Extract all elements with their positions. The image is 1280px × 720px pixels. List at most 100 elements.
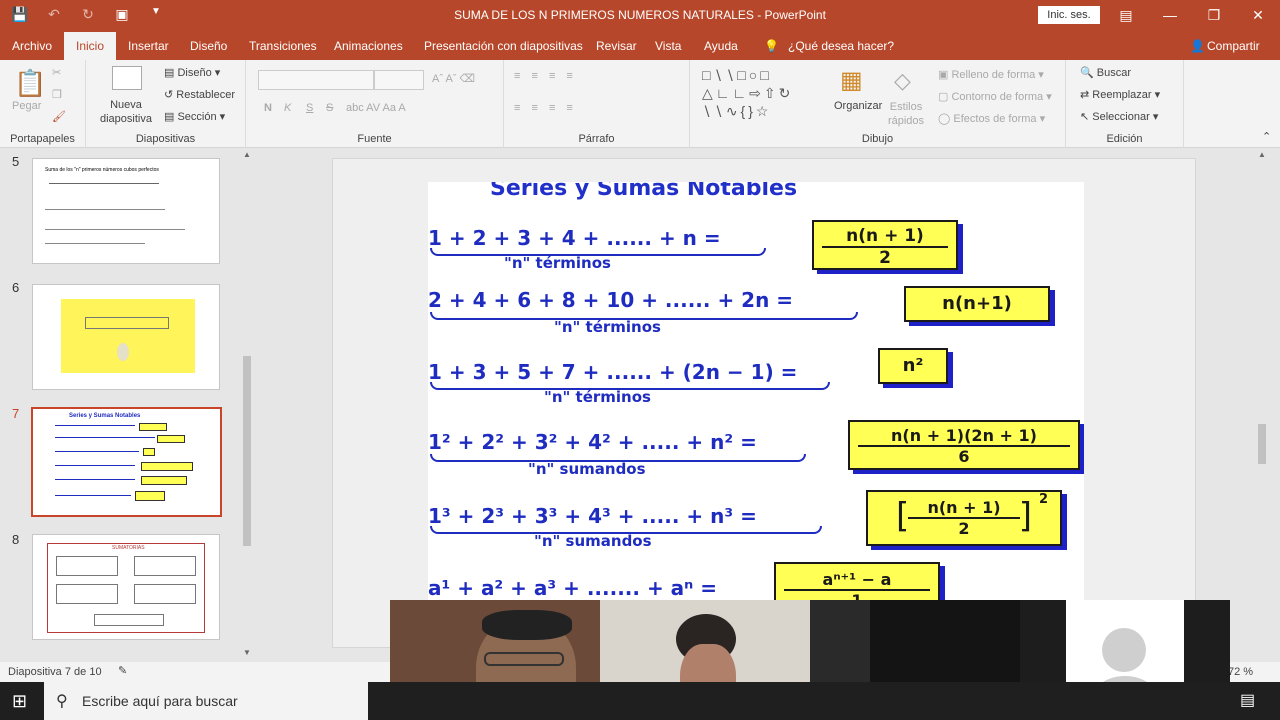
formula-result-box: n(n+1): [904, 286, 1050, 322]
underline-button[interactable]: S: [306, 102, 313, 114]
quick-styles-button[interactable]: Estilos rápidos: [886, 100, 926, 128]
tab-insertar[interactable]: Insertar: [128, 32, 169, 60]
tell-me-search[interactable]: ¿Qué desea hacer?: [788, 32, 894, 60]
signin-button[interactable]: Inic. ses.: [1038, 6, 1100, 24]
formula-result-box: aⁿ⁺¹ − a 1: [774, 562, 940, 600]
group-diapositivas: Nueva diapositiva ▤ Diseño ▾ ↺ Restablec…: [86, 60, 246, 148]
paste-icon[interactable]: 📋: [14, 68, 46, 99]
ribbon-tabs: Archivo Inicio Insertar Diseño Transicio…: [0, 32, 1280, 60]
group-label: Portapapeles: [10, 133, 75, 145]
thumb-yellow-slide: [61, 299, 195, 373]
italic-button[interactable]: K: [284, 102, 291, 114]
select-button[interactable]: ↖ Seleccionar ▾: [1080, 110, 1158, 123]
paste-button[interactable]: Pegar: [12, 100, 41, 112]
arrange-icon[interactable]: ▦: [840, 66, 863, 95]
copy-icon[interactable]: ❐: [52, 88, 62, 101]
current-slide[interactable]: Series y Sumas Notables 1 + 2 + 3 + 4 + …: [428, 182, 1084, 600]
thumbnail-slide-6[interactable]: [32, 284, 220, 390]
tab-animaciones[interactable]: Animaciones: [334, 32, 403, 60]
tab-diseno[interactable]: Diseño: [190, 32, 227, 60]
scrollbar-thumb[interactable]: [1258, 424, 1266, 464]
notes-icon[interactable]: ✎: [118, 664, 127, 677]
taskbar-search-box[interactable]: ⚲ Escribe aquí para buscar: [44, 682, 368, 720]
align-icons[interactable]: ≡ ≡ ≡ ≡: [514, 102, 577, 114]
quick-styles-icon[interactable]: ◇: [894, 68, 911, 94]
shape-outline-button[interactable]: ▢ Contorno de forma ▾: [938, 90, 1052, 103]
shape-outline-label: Contorno de forma: [951, 91, 1044, 103]
scrollbar-thumb[interactable]: [243, 356, 251, 546]
cut-icon[interactable]: ✂: [52, 66, 61, 79]
thumbnails-scrollbar[interactable]: ▲ ▼: [240, 148, 256, 662]
thumb-title: Suma de los "n" primeros números cubos p…: [45, 167, 159, 173]
group-label: Diapositivas: [135, 133, 196, 145]
bold-button[interactable]: N: [264, 102, 272, 114]
slide-counter: Diapositiva 7 de 10: [8, 666, 102, 678]
share-button[interactable]: Compartir: [1207, 32, 1260, 60]
formula-lhs: 1 + 3 + 5 + 7 + ...... + (2n − 1) =: [428, 360, 798, 384]
search-icon: ⚲: [56, 693, 68, 710]
find-button[interactable]: 🔍 Buscar: [1080, 66, 1131, 79]
group-fuente: Aˆ Aˇ ⌫ N K S S abc AV Aa A Fuente: [246, 60, 504, 148]
shape-fill-button[interactable]: ▣ Relleno de forma ▾: [938, 68, 1044, 81]
thumb-number: 6: [12, 280, 20, 295]
minimize-icon[interactable]: —: [1148, 0, 1192, 30]
scroll-up-icon[interactable]: ▲: [243, 150, 251, 159]
group-portapapeles: 📋 Pegar ✂ ❐ 🖌 Portapapeles: [0, 60, 86, 148]
new-slide-button[interactable]: Nueva diapositiva: [96, 98, 156, 126]
format-painter-icon[interactable]: 🖌: [52, 110, 66, 123]
font-more-icons[interactable]: abc AV Aa A: [346, 102, 406, 114]
formula-under-label: "n" sumandos: [528, 460, 646, 478]
bracket-left-icon: [: [896, 496, 910, 536]
thumbnail-slide-5[interactable]: Suma de los "n" primeros números cubos p…: [32, 158, 220, 264]
slide-title: Series y Sumas Notables: [490, 182, 798, 201]
shape-effects-button[interactable]: ◯ Efectos de forma ▾: [938, 112, 1045, 125]
bracket-right-icon: ]: [1018, 496, 1032, 536]
tab-transiciones[interactable]: Transiciones: [249, 32, 317, 60]
scroll-up-icon[interactable]: ▲: [1258, 150, 1266, 159]
collapse-ribbon-icon[interactable]: ⌃: [1262, 130, 1271, 143]
slide-scrollbar[interactable]: ▲: [1256, 148, 1268, 662]
select-label: Seleccionar: [1092, 111, 1150, 123]
formula-lhs: 1³ + 2³ + 3³ + 4³ + ..... + n³ =: [428, 504, 757, 528]
fraction-denominator: 1: [851, 591, 862, 600]
new-slide-icon[interactable]: [112, 66, 142, 90]
grow-font-icon[interactable]: Aˆ Aˇ ⌫: [432, 72, 475, 85]
reset-button[interactable]: ↺ Restablecer: [164, 88, 235, 101]
list-icons[interactable]: ≡ ≡ ≡ ≡: [514, 70, 577, 82]
windows-start-icon[interactable]: ⊞: [12, 691, 27, 712]
thumbnail-slide-7-selected[interactable]: Series y Sumas Notables: [31, 407, 222, 517]
section-button[interactable]: ▤ Sección ▾: [164, 110, 225, 123]
slide-thumbnails-pane: 5 Suma de los "n" primeros números cubos…: [0, 148, 307, 662]
fraction-denominator: 2: [958, 519, 970, 538]
notifications-icon[interactable]: ▤: [1240, 690, 1255, 710]
share-icon: 👤: [1190, 39, 1205, 53]
layout-button[interactable]: ▤ Diseño ▾: [164, 66, 220, 79]
maximize-icon[interactable]: ❐: [1192, 0, 1236, 30]
close-icon[interactable]: ✕: [1236, 0, 1280, 30]
zoom-level[interactable]: 72 %: [1228, 666, 1253, 678]
tab-vista[interactable]: Vista: [655, 32, 681, 60]
replace-button[interactable]: ⇄ Reemplazar ▾: [1080, 88, 1160, 101]
font-size-select[interactable]: [374, 70, 424, 90]
tab-revisar[interactable]: Revisar: [596, 32, 637, 60]
tab-inicio[interactable]: Inicio: [64, 32, 117, 60]
tab-presentacion[interactable]: Presentación con diapositivas: [424, 32, 583, 60]
find-label: Buscar: [1096, 67, 1132, 79]
formula-under-label: "n" términos: [504, 254, 611, 272]
tab-archivo[interactable]: Archivo: [12, 32, 52, 60]
formula-lhs: 1² + 2² + 3² + 4² + ..... + n² =: [428, 430, 757, 454]
scroll-down-icon[interactable]: ▼: [243, 648, 251, 657]
strike-button[interactable]: S: [326, 102, 333, 114]
ribbon-display-icon[interactable]: ▤: [1104, 0, 1148, 30]
reset-label: Restablecer: [176, 89, 235, 101]
shapes-gallery[interactable]: □∖∖□○□ △∟∟⇨⇧↻ ∖∖∿{}☆: [702, 66, 820, 122]
replace-label: Reemplazar: [1092, 89, 1152, 101]
main-area: 5 Suma de los "n" primeros números cubos…: [0, 148, 1280, 662]
arrange-button[interactable]: Organizar: [834, 100, 882, 112]
thumbnail-slide-8[interactable]: SUMATORIAS: [32, 534, 220, 640]
avatar: [1102, 628, 1146, 672]
thumb-number: 8: [12, 532, 20, 547]
title-bar: 💾 ↶ ↻ ▣ ▼ SUMA DE LOS N PRIMEROS NUMEROS…: [0, 0, 1280, 32]
font-family-select[interactable]: [258, 70, 374, 90]
tab-ayuda[interactable]: Ayuda: [704, 32, 738, 60]
